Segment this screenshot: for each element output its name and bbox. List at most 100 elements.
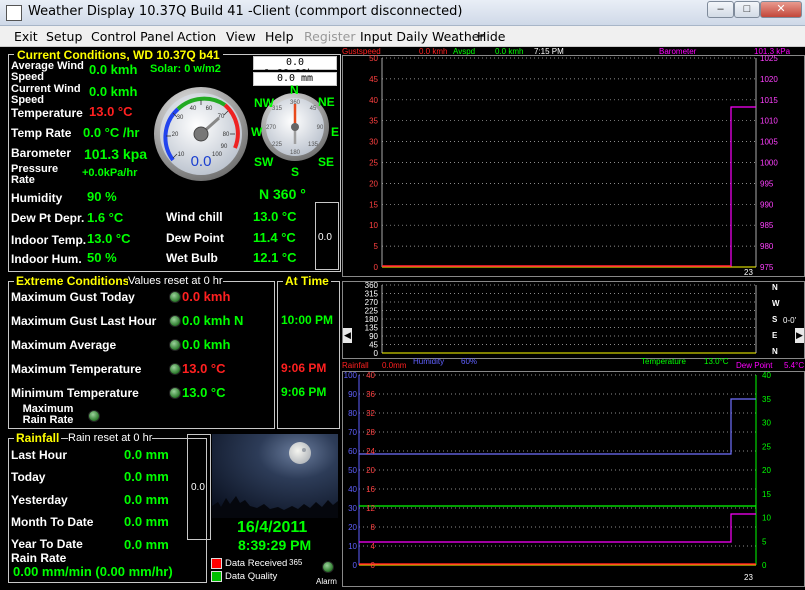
svg-text:10: 10	[178, 152, 185, 158]
alarm-led[interactable]	[322, 561, 334, 573]
top-left-tick: 25	[369, 159, 378, 168]
scroll-left-button[interactable]: ◀	[343, 328, 352, 343]
menu-bar: Exit Setup Control Panel Action View Hel…	[0, 26, 805, 47]
bottom-right-tick: 10	[762, 514, 771, 523]
menu-action[interactable]: Action	[177, 29, 216, 44]
bottom-left-tick: 40	[348, 485, 357, 494]
avg-wind-value: 0.0 kmh	[89, 62, 138, 77]
top-right-tick: 1020	[760, 75, 778, 84]
solar-value: Solar: 0 w/m2	[150, 63, 221, 75]
bottom-left-tick: 50	[348, 466, 357, 475]
temperature-label: Temperature	[11, 106, 83, 120]
min-temperature-time: 9:06 PM	[281, 385, 327, 399]
menu-register[interactable]: Register	[304, 29, 355, 44]
menu-setup[interactable]: Setup	[46, 29, 82, 44]
wind-speed-gauge: 10203040 60708090100 0.0	[154, 87, 248, 181]
indoor-temp-label: Indoor Temp.	[11, 233, 87, 247]
bottom-right-tick: 5	[762, 537, 767, 546]
rain-duration-box: 0.0 %,00:00hrs	[253, 56, 337, 79]
alarm-label: Alarm	[316, 577, 337, 586]
svg-text:80: 80	[223, 132, 230, 138]
mid-direction-letter: N	[772, 347, 778, 356]
gauge-value: 0.0	[191, 153, 212, 170]
bottom-inner-tick: 36	[366, 390, 375, 399]
bottom-right-tick: 25	[762, 442, 771, 451]
top-left-tick: 20	[369, 179, 378, 188]
barometer-series	[382, 106, 756, 267]
bottom-right-tick: 35	[762, 395, 771, 404]
temp-rate-label: Temp Rate	[11, 126, 72, 140]
bottom-left-tick: 70	[348, 428, 357, 437]
temperature-value: 13.0 °C	[89, 104, 133, 119]
close-button[interactable]: ✕	[760, 1, 802, 18]
max-gust-hour-label: Maximum Gust Last Hour	[11, 314, 157, 328]
minimize-button[interactable]: –	[707, 1, 734, 18]
pressure-rate-value: +0.0kPa/hr	[82, 167, 138, 179]
maximize-button[interactable]: □	[734, 1, 760, 18]
menu-input-daily-weather[interactable]: Input Daily Weather	[360, 29, 485, 44]
wind-direction-plot: 36031527022518013590450 NWSEN	[342, 281, 805, 359]
top-left-tick: 15	[369, 200, 378, 209]
rain-humidity-temperature-graph: Rainfall 0.0mm Humidity 60% Temperature …	[342, 357, 805, 587]
menu-hide[interactable]: Hide	[477, 29, 506, 44]
rainfall-header: Rainfall	[14, 431, 62, 445]
max-gust-hour-value: 0.0 kmh N	[182, 313, 244, 328]
mid-direction-letter: S	[772, 315, 778, 324]
menu-help[interactable]: Help	[265, 29, 294, 44]
menu-exit[interactable]: Exit	[14, 29, 38, 44]
bottom-left-tick: 100	[344, 371, 358, 380]
dew-depression-label: Dew Pt Depr.	[11, 211, 85, 225]
rain-year-label: Year To Date	[11, 537, 83, 551]
bottom-left-tick: 30	[348, 504, 357, 513]
wind-chill-value: 13.0 °C	[253, 209, 297, 224]
max-gust-hour-time: 10:00 PM	[281, 313, 334, 327]
rain-legend-value: 0.0mm	[382, 361, 407, 370]
max-temperature-value: 13.0 °C	[182, 361, 226, 376]
wind-compass: 360 45 90 135 180 225 270 315 N NE E SE S SW W…	[251, 80, 346, 180]
top-left-tick: 0	[374, 263, 379, 272]
compass-se: SE	[318, 155, 335, 169]
svg-text:30: 30	[177, 115, 184, 121]
top-right-tick: 1010	[760, 117, 778, 126]
bottom-left-tick: 80	[348, 409, 357, 418]
scroll-right-button[interactable]: ▶	[795, 328, 804, 343]
indoor-humidity-label: Indoor Hum.	[11, 252, 82, 266]
top-x-label: 23	[744, 268, 753, 277]
extreme-reset: Values reset at 0 hr	[128, 275, 223, 287]
top-left-tick: 40	[369, 96, 378, 105]
bottom-inner-tick: 32	[366, 409, 375, 418]
top-left-tick: 5	[374, 242, 379, 251]
time-display: 8:39:29 PM	[238, 537, 312, 553]
dew-point-value: 11.4 °C	[253, 230, 296, 245]
wet-bulb-value: 12.1 °C	[253, 250, 297, 265]
humidity-legend-value: 60%	[461, 357, 478, 366]
compass-w: W	[251, 125, 263, 139]
title-bar: Weather Display 10.37Q Build 41 -Client …	[0, 0, 805, 26]
compass-s: S	[291, 165, 300, 179]
mid-left-tick: 0	[374, 349, 379, 358]
top-right-tick: 980	[760, 242, 774, 251]
humidity-legend: Humidity	[413, 357, 445, 366]
max-temperature-led	[169, 363, 181, 375]
top-left-tick: 45	[369, 75, 378, 84]
rainfall-reset: Rain reset at 0 hr	[68, 432, 153, 444]
max-rain-rate-label: Maximum Rain Rate	[22, 403, 74, 426]
top-left-tick: 50	[369, 55, 378, 63]
top-right-tick: 1025	[760, 55, 778, 63]
dew-point-legend-value: 5.4°C	[784, 361, 805, 370]
compass-sw: SW	[254, 155, 274, 169]
barometer-value: 101.3 kpa	[84, 146, 148, 162]
mid-direction-letter: E	[772, 331, 778, 340]
svg-text:60: 60	[206, 106, 213, 112]
rain-yesterday-label: Yesterday	[11, 493, 68, 507]
bottom-left-tick: 0	[353, 561, 358, 570]
menu-control-panel[interactable]: Control Panel	[91, 29, 174, 44]
top-right-tick: 1005	[760, 138, 778, 147]
bottom-right-tick: 40	[762, 371, 771, 380]
dew-point-legend: Dew Point	[736, 361, 773, 370]
max-gust-today-led	[169, 291, 181, 303]
bottom-inner-tick: 40	[366, 371, 375, 380]
bottom-left-tick: 60	[348, 447, 357, 456]
menu-view[interactable]: View	[226, 29, 256, 44]
max-rain-rate-led	[88, 410, 100, 422]
